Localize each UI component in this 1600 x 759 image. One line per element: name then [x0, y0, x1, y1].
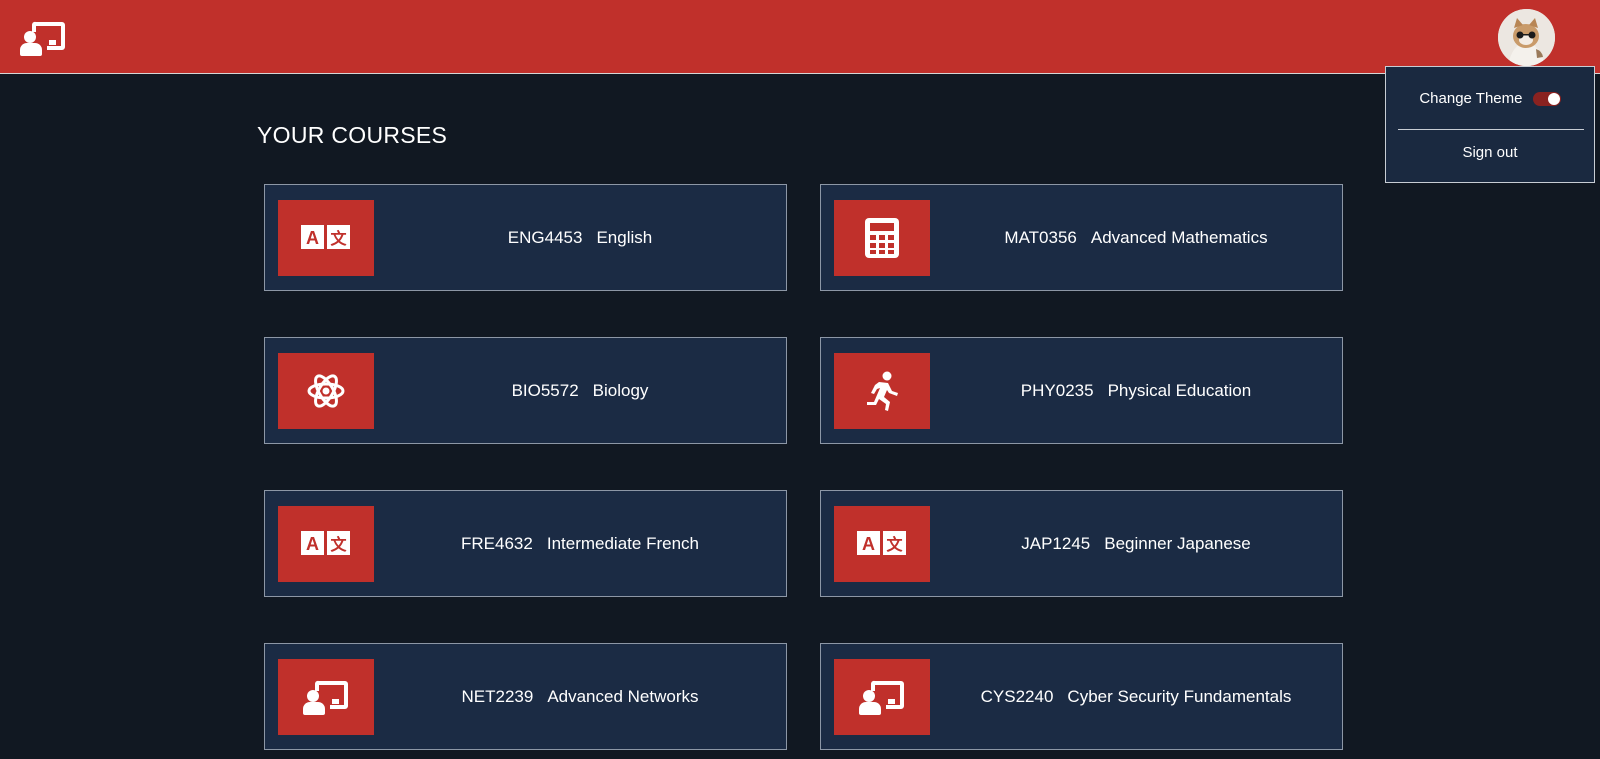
course-card-cys2240[interactable]: CYS2240 Cyber Security Fundamentals	[820, 643, 1343, 750]
course-label: NET2239 Advanced Networks	[374, 644, 786, 749]
menu-divider	[1398, 129, 1584, 130]
course-code: NET2239	[461, 686, 534, 706]
running-person-icon	[834, 353, 930, 429]
course-card-eng4453[interactable]: A 文 ENG4453 English	[264, 184, 787, 291]
svg-text:A: A	[306, 534, 319, 554]
change-theme-menu-item[interactable]: Change Theme	[1386, 87, 1594, 111]
classroom-presenter-icon[interactable]	[20, 20, 66, 56]
translate-icon: A 文	[278, 200, 374, 276]
course-name: Intermediate French	[546, 533, 699, 553]
svg-text:A: A	[862, 534, 875, 554]
theme-toggle[interactable]	[1532, 92, 1561, 107]
course-card-phy0235[interactable]: PHY0235 Physical Education	[820, 337, 1343, 444]
translate-icon: A 文	[834, 506, 930, 582]
course-label: BIO5572 Biology	[374, 338, 786, 443]
course-name: Cyber Security Fundamentals	[1067, 686, 1292, 706]
course-label: FRE4632 Intermediate French	[374, 491, 786, 596]
user-avatar[interactable]	[1498, 9, 1555, 66]
calculator-icon	[834, 200, 930, 276]
course-card-bio5572[interactable]: BIO5572 Biology	[264, 337, 787, 444]
svg-text:文: 文	[330, 535, 347, 554]
course-code: MAT0356	[1004, 227, 1077, 247]
course-card-net2239[interactable]: NET2239 Advanced Networks	[264, 643, 787, 750]
svg-text:文: 文	[330, 229, 347, 248]
course-code: BIO5572	[511, 380, 579, 400]
top-navbar	[0, 0, 1600, 74]
course-code: PHY0235	[1020, 380, 1094, 400]
course-card-fre4632[interactable]: A 文 FRE4632 Intermediate French	[264, 490, 787, 597]
change-theme-label: Change Theme	[1419, 90, 1523, 108]
course-code: ENG4453	[507, 227, 583, 247]
course-name: Physical Education	[1107, 380, 1252, 400]
atom-icon	[278, 353, 374, 429]
course-name: Beginner Japanese	[1104, 533, 1251, 553]
classroom-presenter-icon	[278, 659, 374, 735]
course-label: PHY0235 Physical Education	[930, 338, 1342, 443]
toggle-knob	[1547, 93, 1560, 106]
course-code: CYS2240	[980, 686, 1054, 706]
course-label: MAT0356 Advanced Mathematics	[930, 185, 1342, 290]
course-name: English	[596, 227, 653, 247]
course-name: Advanced Mathematics	[1090, 227, 1268, 247]
profile-dropdown-menu: Change Theme Sign out	[1385, 66, 1595, 183]
course-code: FRE4632	[461, 533, 533, 553]
course-code: JAP1245	[1021, 533, 1091, 553]
course-label: ENG4453 English	[374, 185, 786, 290]
course-label: JAP1245 Beginner Japanese	[930, 491, 1342, 596]
svg-text:文: 文	[886, 535, 903, 554]
course-card-mat0356[interactable]: MAT0356 Advanced Mathematics	[820, 184, 1343, 291]
classroom-presenter-icon	[834, 659, 930, 735]
course-name: Advanced Networks	[547, 686, 699, 706]
translate-icon: A 文	[278, 506, 374, 582]
course-name: Biology	[592, 380, 649, 400]
svg-text:A: A	[306, 228, 319, 248]
course-label: CYS2240 Cyber Security Fundamentals	[930, 644, 1342, 749]
sign-out-menu-item[interactable]: Sign out	[1386, 141, 1594, 165]
course-card-jap1245[interactable]: A 文 JAP1245 Beginner Japanese	[820, 490, 1343, 597]
page-title: YOUR COURSES	[257, 122, 448, 148]
